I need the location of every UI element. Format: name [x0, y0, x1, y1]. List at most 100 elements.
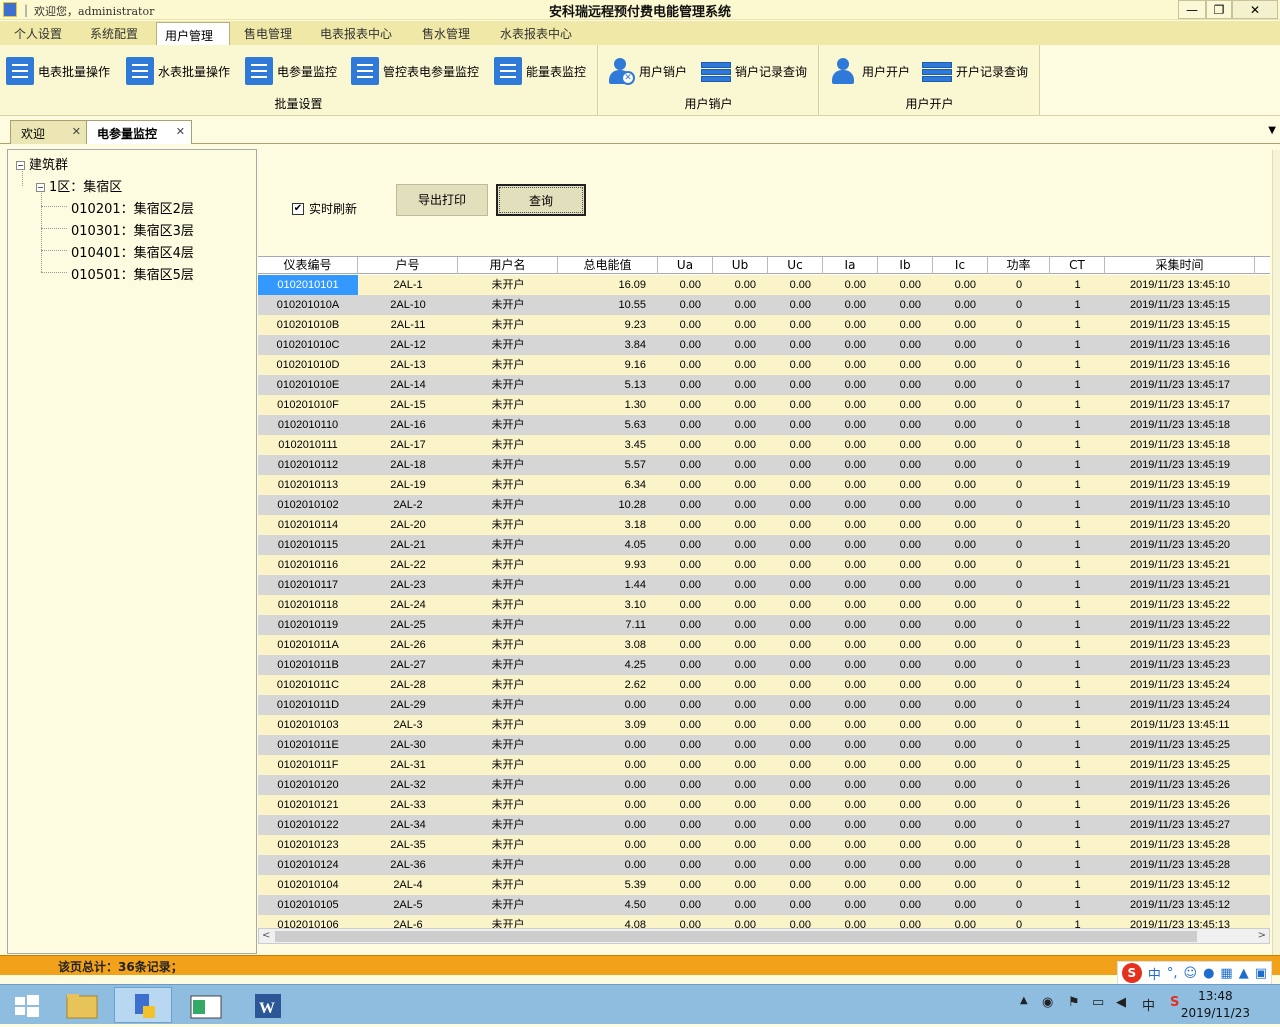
- table-row[interactable]: 010201011C 2AL-28 未开户 2.62 0.00 0.00 0.00 0.00 0…: [258, 675, 1270, 695]
- table-row[interactable]: 0102010106 2AL-6 未开户 4.08 0.00 0.00 0.00 0.00 0.…: [258, 915, 1270, 928]
- display-icon[interactable]: ▭: [1092, 995, 1104, 1010]
- table-row[interactable]: 0102010113 2AL-19 未开户 6.34 0.00 0.00 0.00 0.00 0…: [258, 475, 1270, 495]
- emoji-icon[interactable]: ☺: [1184, 966, 1198, 981]
- batch-meter-op-button[interactable]: 电表批量操作: [6, 56, 110, 86]
- table-row[interactable]: 0102010119 2AL-25 未开户 7.11 0.00 0.00 0.00 0.00 0…: [258, 615, 1270, 635]
- query-button[interactable]: 查询: [496, 184, 586, 216]
- menu-water-sales[interactable]: 售水管理: [414, 25, 478, 45]
- table-row[interactable]: 0102010114 2AL-20 未开户 3.18 0.00 0.00 0.00 0.00 0…: [258, 515, 1270, 535]
- table-row[interactable]: 0102010112 2AL-18 未开户 5.57 0.00 0.00 0.00 0.00 0…: [258, 455, 1270, 475]
- user-cancel-button[interactable]: ✕ 用户销户: [605, 56, 687, 86]
- table-row[interactable]: 010201010A 2AL-10 未开户 10.55 0.00 0.00 0.00 0.00…: [258, 295, 1270, 315]
- vertical-scroll-strip[interactable]: [1272, 150, 1280, 960]
- column-header[interactable]: 户号: [358, 257, 458, 274]
- column-header[interactable]: Ia: [823, 257, 878, 274]
- column-header[interactable]: 采集时间: [1105, 257, 1255, 274]
- network-icon[interactable]: ◉: [1042, 995, 1053, 1010]
- tree-floor-5[interactable]: 010501：集宿区5层: [71, 264, 194, 283]
- batch-water-op-button[interactable]: 水表批量操作: [126, 56, 230, 86]
- menu-electricity-sales[interactable]: 售电管理: [236, 25, 300, 45]
- checkbox-icon[interactable]: ✔: [292, 202, 304, 215]
- table-row[interactable]: 010201011D 2AL-29 未开户 0.00 0.00 0.00 0.00 0.00 0…: [258, 695, 1270, 715]
- column-header[interactable]: 总电能值: [558, 257, 658, 274]
- table-row[interactable]: 0102010124 2AL-36 未开户 0.00 0.00 0.00 0.00 0.00 0…: [258, 855, 1270, 875]
- start-button[interactable]: [0, 987, 50, 1023]
- table-row[interactable]: 0102010118 2AL-24 未开户 3.10 0.00 0.00 0.00 0.00 0…: [258, 595, 1270, 615]
- collapse-icon[interactable]: −: [36, 183, 45, 192]
- keyboard-icon[interactable]: ▦: [1220, 966, 1232, 981]
- volume-icon[interactable]: ◀: [1116, 995, 1126, 1010]
- table-row[interactable]: 0102010103 2AL-3 未开户 3.09 0.00 0.00 0.00 0.00 0.…: [258, 715, 1270, 735]
- sogou-tray-icon[interactable]: S: [1170, 995, 1179, 1010]
- tree-floor-3[interactable]: 010301：集宿区3层: [71, 220, 194, 239]
- table-row[interactable]: 0102010110 2AL-16 未开户 5.63 0.00 0.00 0.00 0.00 0…: [258, 415, 1270, 435]
- table-row[interactable]: 010201010E 2AL-14 未开户 5.13 0.00 0.00 0.00 0.00 0…: [258, 375, 1270, 395]
- scroll-left-icon[interactable]: <: [262, 930, 270, 941]
- collapse-icon[interactable]: −: [16, 161, 25, 170]
- user-open-button[interactable]: 用户开户: [828, 56, 910, 86]
- taskbar-window[interactable]: [176, 987, 234, 1023]
- tab-dropdown-icon[interactable]: ▼: [1268, 125, 1276, 136]
- table-row[interactable]: 010201011E 2AL-30 未开户 0.00 0.00 0.00 0.00 0.00 0…: [258, 735, 1270, 755]
- maximize-button[interactable]: ❐: [1206, 0, 1232, 19]
- table-row[interactable]: 010201011F 2AL-31 未开户 0.00 0.00 0.00 0.00 0.00 0…: [258, 755, 1270, 775]
- table-row[interactable]: 0102010104 2AL-4 未开户 5.39 0.00 0.00 0.00 0.00 0.…: [258, 875, 1270, 895]
- microphone-icon[interactable]: ●: [1203, 966, 1214, 981]
- table-row[interactable]: 0102010102 2AL-2 未开户 10.28 0.00 0.00 0.00 0.00 0…: [258, 495, 1270, 515]
- cancel-record-query-button[interactable]: 销户记录查询: [701, 56, 807, 86]
- table-row[interactable]: 0102010123 2AL-35 未开户 0.00 0.00 0.00 0.00 0.00 0…: [258, 835, 1270, 855]
- taskbar-file-explorer[interactable]: [52, 987, 110, 1023]
- ime-toolbar[interactable]: S 中 °, ☺ ● ▦ ▲ ▣: [1116, 961, 1272, 985]
- horizontal-scrollbar[interactable]: < >: [258, 928, 1270, 944]
- table-row[interactable]: 010201010C 2AL-12 未开户 3.84 0.00 0.00 0.00 0.00 0…: [258, 335, 1270, 355]
- flag-icon[interactable]: ⚑: [1068, 995, 1080, 1010]
- menu-system-config[interactable]: 系统配置: [82, 25, 146, 45]
- tab-welcome[interactable]: 欢迎 ✕: [10, 120, 88, 144]
- column-header[interactable]: Ib: [878, 257, 933, 274]
- close-button[interactable]: ✕: [1232, 0, 1278, 19]
- menu-personal-settings[interactable]: 个人设置: [6, 25, 70, 45]
- column-header[interactable]: 功率: [988, 257, 1050, 274]
- menu-water-report[interactable]: 水表报表中心: [492, 25, 580, 45]
- export-print-button[interactable]: 导出打印: [396, 184, 488, 216]
- table-row[interactable]: 0102010105 2AL-5 未开户 4.50 0.00 0.00 0.00 0.00 0.…: [258, 895, 1270, 915]
- column-header[interactable]: Ua: [658, 257, 713, 274]
- table-row[interactable]: 0102010101 2AL-1 未开户 16.09 0.00 0.00 0.00 0.00 0…: [258, 275, 1270, 295]
- close-icon[interactable]: ✕: [176, 125, 185, 138]
- ime-indicator[interactable]: 中: [1142, 995, 1155, 1014]
- table-row[interactable]: 0102010115 2AL-21 未开户 4.05 0.00 0.00 0.00 0.00 0…: [258, 535, 1270, 555]
- table-row[interactable]: 010201010B 2AL-11 未开户 9.23 0.00 0.00 0.00 0.00 0…: [258, 315, 1270, 335]
- table-row[interactable]: 0102010111 2AL-17 未开户 3.45 0.00 0.00 0.00 0.00 0…: [258, 435, 1270, 455]
- column-header[interactable]: 仪表编号: [258, 257, 358, 274]
- taskbar-word[interactable]: W: [238, 987, 296, 1023]
- toolbox-icon[interactable]: ▣: [1255, 966, 1267, 981]
- taskbar-prepaid-app[interactable]: [114, 987, 172, 1023]
- column-header[interactable]: Ub: [713, 257, 768, 274]
- table-row[interactable]: 0102010120 2AL-32 未开户 0.00 0.00 0.00 0.00 0.00 0…: [258, 775, 1270, 795]
- punctuation-icon[interactable]: °,: [1167, 966, 1178, 981]
- clock[interactable]: 13:48 2019/11/23: [1181, 988, 1250, 1022]
- table-row[interactable]: 010201010F 2AL-15 未开户 1.30 0.00 0.00 0.00 0.00 0…: [258, 395, 1270, 415]
- table-row[interactable]: 0102010117 2AL-23 未开户 1.44 0.00 0.00 0.00 0.00 0…: [258, 575, 1270, 595]
- tab-elec-param-monitor[interactable]: 电参量监控 ✕: [86, 120, 192, 144]
- control-meter-monitor-button[interactable]: 管控表电参量监控: [351, 56, 479, 86]
- open-record-query-button[interactable]: 开户记录查询: [922, 56, 1028, 86]
- table-row[interactable]: 010201011B 2AL-27 未开户 4.25 0.00 0.00 0.00 0.00 0…: [258, 655, 1270, 675]
- table-row[interactable]: 0102010122 2AL-34 未开户 0.00 0.00 0.00 0.00 0.00 0…: [258, 815, 1270, 835]
- table-row[interactable]: 0102010121 2AL-33 未开户 0.00 0.00 0.00 0.00 0.00 0…: [258, 795, 1270, 815]
- column-header[interactable]: Uc: [768, 257, 823, 274]
- column-header[interactable]: Ic: [933, 257, 988, 274]
- scroll-thumb[interactable]: [275, 931, 1197, 942]
- scroll-right-icon[interactable]: >: [1258, 930, 1266, 941]
- elec-param-monitor-button[interactable]: 电参量监控: [245, 56, 337, 86]
- menu-user-management[interactable]: 用户管理: [156, 22, 230, 46]
- tree-floor-4[interactable]: 010401：集宿区4层: [71, 242, 194, 261]
- tree-root[interactable]: − 建筑群: [16, 154, 68, 173]
- menu-meter-report[interactable]: 电表报表中心: [312, 25, 400, 45]
- table-row[interactable]: 010201010D 2AL-13 未开户 9.16 0.00 0.00 0.00 0.00 0…: [258, 355, 1270, 375]
- energy-meter-monitor-button[interactable]: 能量表监控: [494, 56, 586, 86]
- table-row[interactable]: 010201011A 2AL-26 未开户 3.08 0.00 0.00 0.00 0.00 0…: [258, 635, 1270, 655]
- minimize-button[interactable]: —: [1178, 0, 1206, 19]
- skin-icon[interactable]: ▲: [1239, 966, 1249, 981]
- tree-zone[interactable]: −1区：集宿区: [36, 176, 122, 195]
